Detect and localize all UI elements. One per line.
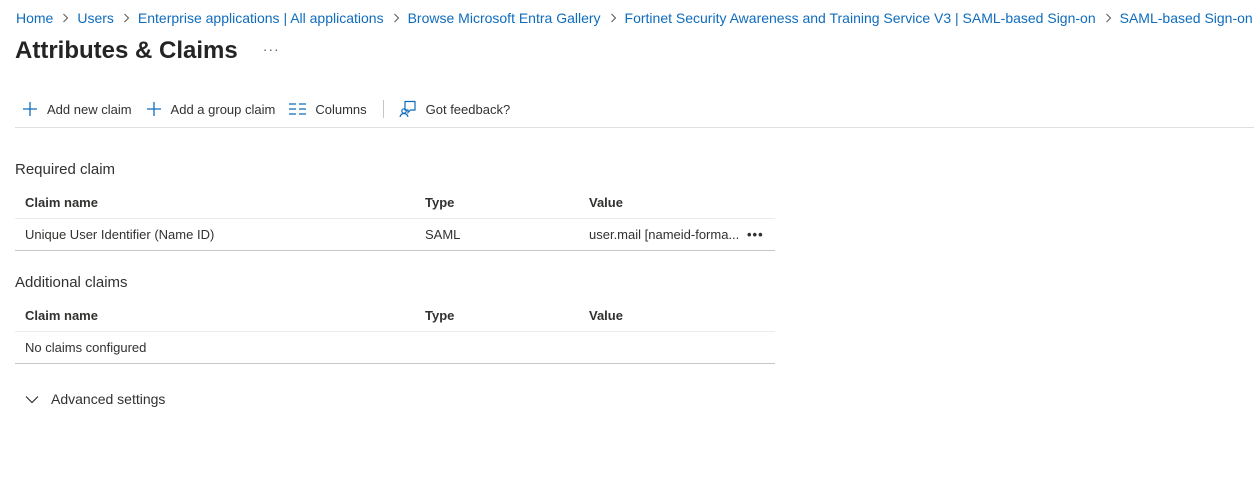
column-header-claim-name[interactable]: Claim name (25, 195, 98, 210)
add-new-claim-button[interactable]: Add new claim (15, 96, 139, 122)
feedback-label: Got feedback? (425, 101, 511, 117)
column-header-claim-name[interactable]: Claim name (25, 308, 98, 323)
empty-state-text: No claims configured (25, 340, 147, 355)
plus-icon (22, 101, 38, 117)
page-title: Attributes & Claims (15, 37, 238, 64)
breadcrumb-home[interactable]: Home (16, 9, 53, 27)
title-row: Attributes & Claims ··· (15, 36, 280, 66)
required-claim-heading: Required claim (15, 161, 116, 178)
additional-claims-heading: Additional claims (15, 274, 128, 291)
feedback-button[interactable]: Got feedback? (392, 96, 518, 122)
advanced-settings-label: Advanced settings (51, 391, 166, 407)
add-group-claim-label: Add a group claim (170, 101, 276, 117)
breadcrumb: Home Users Enterprise applications | All… (16, 9, 1254, 27)
breadcrumb-app-sso[interactable]: Fortinet Security Awareness and Training… (625, 9, 1096, 27)
claim-name-cell: Unique User Identifier (Name ID) (25, 227, 215, 242)
more-options-button[interactable]: ··· (263, 41, 280, 57)
table-header: Claim name Type Value (15, 186, 775, 219)
columns-icon (289, 103, 307, 115)
empty-state-row: No claims configured (15, 332, 775, 364)
chevron-right-icon (610, 13, 617, 23)
command-bar: Add new claim Add a group claim Columns … (15, 96, 1254, 128)
breadcrumb-users[interactable]: Users (77, 9, 114, 27)
column-header-value[interactable]: Value (589, 195, 623, 210)
claim-type-cell: SAML (425, 227, 461, 242)
row-more-options-button[interactable]: ••• (747, 227, 764, 242)
add-new-claim-label: Add new claim (47, 101, 132, 117)
breadcrumb-enterprise-applications[interactable]: Enterprise applications | All applicatio… (138, 9, 384, 27)
column-header-type[interactable]: Type (425, 195, 454, 210)
column-header-type[interactable]: Type (425, 308, 454, 323)
table-row[interactable]: Unique User Identifier (Name ID) SAML us… (15, 219, 775, 251)
chevron-right-icon (123, 13, 130, 23)
chevron-down-icon (25, 395, 39, 404)
breadcrumb-gallery[interactable]: Browse Microsoft Entra Gallery (408, 9, 601, 27)
columns-button[interactable]: Columns (282, 96, 373, 122)
column-header-value[interactable]: Value (589, 308, 623, 323)
columns-label: Columns (315, 101, 367, 117)
toolbar-divider (382, 100, 384, 118)
advanced-settings-toggle[interactable]: Advanced settings (25, 391, 165, 407)
table-header: Claim name Type Value (15, 299, 775, 332)
chevron-right-icon (62, 13, 69, 23)
claim-value-cell: user.mail [nameid-forma... (589, 227, 740, 242)
chevron-right-icon (1105, 13, 1112, 23)
add-group-claim-button[interactable]: Add a group claim (139, 96, 283, 122)
additional-claims-table: Claim name Type Value No claims configur… (15, 299, 775, 364)
feedback-icon (399, 100, 417, 118)
chevron-right-icon (393, 13, 400, 23)
required-claims-table: Claim name Type Value Unique User Identi… (15, 186, 775, 251)
plus-icon (146, 101, 162, 117)
breadcrumb-saml-sign-on[interactable]: SAML-based Sign-on (1120, 9, 1253, 27)
